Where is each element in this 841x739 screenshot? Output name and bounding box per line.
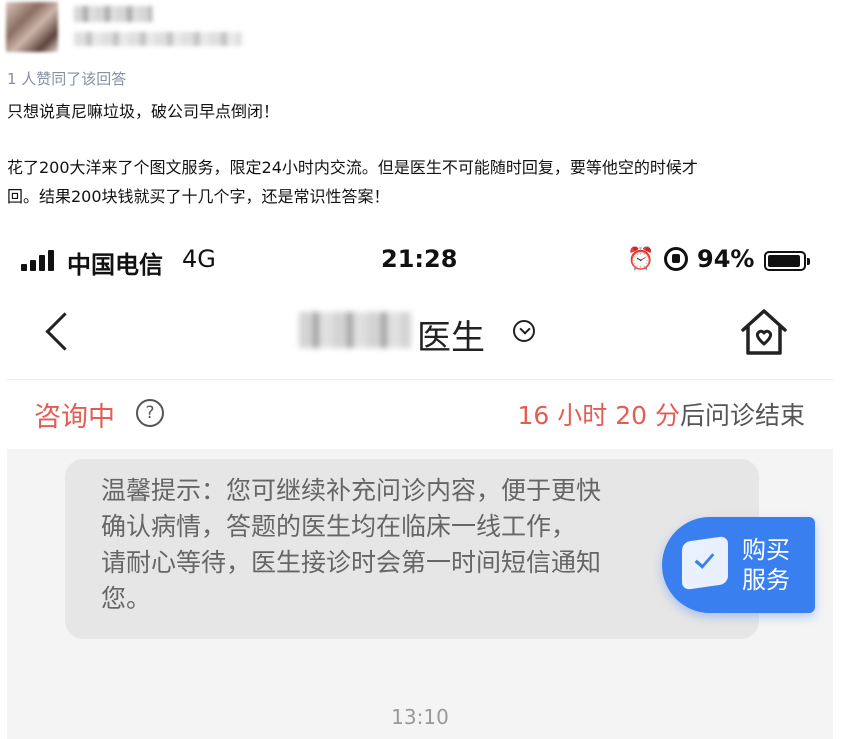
- author-bio-redacted: [74, 32, 242, 46]
- back-icon[interactable]: [37, 306, 77, 358]
- battery-percent: 94%: [697, 245, 755, 273]
- answer-paragraph: 花了200大洋来了个图文服务，限定24小时内交流。但是医生不可能随时回复，要等他…: [7, 158, 698, 177]
- help-icon[interactable]: ?: [136, 399, 164, 427]
- home-icon[interactable]: [737, 306, 791, 358]
- consultation-countdown: 16 小时 20 分后问诊结束: [518, 396, 805, 432]
- countdown-value: 16 小时 20 分: [517, 401, 680, 430]
- network-type: 4G: [182, 245, 216, 273]
- author-name-redacted: [74, 6, 152, 22]
- page-title: 医生: [417, 318, 485, 358]
- status-bar: 中国电信 4G 21:28 ⏰ 94%: [7, 232, 833, 288]
- signal-icon: [21, 249, 61, 271]
- tip-line: 您。: [101, 584, 152, 613]
- buy-service-button[interactable]: 购买 服务: [662, 517, 815, 613]
- clock: 21:28: [381, 245, 458, 273]
- doctor-name-redacted: [299, 312, 411, 348]
- embedded-app-screenshot: 中国电信 4G 21:28 ⏰ 94% 医生 咨询中 ? 16 小时 20 分后…: [7, 232, 833, 739]
- rotation-lock-icon: [664, 247, 688, 271]
- countdown-suffix: 后问诊结束: [679, 401, 805, 430]
- tip-line: 确认病情，答题的医生均在临床一线工作，: [101, 512, 577, 541]
- shield-check-icon: [682, 535, 728, 591]
- author-avatar[interactable]: [6, 2, 58, 52]
- battery-fill: [768, 255, 800, 267]
- nav-bar: 医生: [7, 288, 833, 380]
- chat-area[interactable]: 温馨提示：您可继续补充问诊内容，便于更快 确认病情，答题的医生均在临床一线工作，…: [7, 449, 833, 739]
- buy-service-label-line: 购买: [742, 536, 790, 564]
- answer-paragraph: 回。结果200块钱就买了十几个字，还是常识性答案！: [7, 187, 390, 206]
- consultation-status: 咨询中: [34, 402, 115, 433]
- consultation-status-bar: 咨询中 ? 16 小时 20 分后问诊结束: [7, 381, 833, 449]
- message-timestamp: 13:10: [391, 705, 449, 729]
- carrier-name: 中国电信: [67, 251, 163, 279]
- upvote-count: 1 人赞同了该回答: [7, 70, 127, 88]
- buy-service-label: 购买 服务: [742, 535, 802, 595]
- alarm-icon: ⏰: [627, 247, 655, 272]
- tip-line: 温馨提示：您可继续补充问诊内容，便于更快: [101, 476, 602, 505]
- answer-paragraph: 只想说真尼嘛垃圾，破公司早点倒闭！: [7, 102, 280, 121]
- system-tip-bubble: 温馨提示：您可继续补充问诊内容，便于更快 确认病情，答题的医生均在临床一线工作，…: [65, 459, 759, 639]
- answer-author-header: [0, 0, 841, 60]
- chevron-down-icon[interactable]: [513, 320, 535, 342]
- tip-line: 请耐心等待，医生接诊时会第一时间短信通知: [101, 548, 602, 577]
- battery-icon: [764, 251, 810, 271]
- buy-service-label-line: 服务: [742, 566, 790, 594]
